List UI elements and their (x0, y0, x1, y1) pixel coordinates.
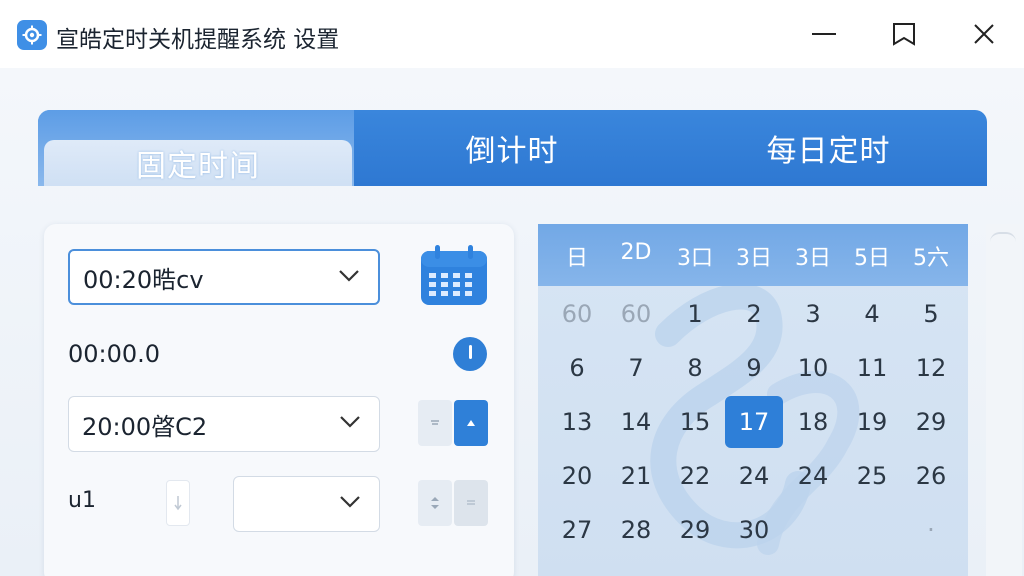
third-select[interactable] (233, 476, 380, 532)
calendar-day-selected[interactable]: 17 (725, 396, 783, 448)
chevron-down-icon (340, 416, 360, 428)
time-display: 00:00.0 (68, 340, 161, 368)
calendar-day[interactable]: 20 (548, 450, 606, 502)
calendar-day[interactable]: 13 (548, 396, 606, 448)
weekday-label: 2D (620, 240, 652, 265)
calendar-day[interactable]: 9 (725, 342, 783, 394)
calendar-day[interactable]: · (902, 504, 960, 556)
maximize-button[interactable] (874, 14, 934, 54)
calendar-day[interactable]: 10 (784, 342, 842, 394)
up-down-icon (431, 497, 439, 509)
close-icon (974, 24, 994, 44)
scroll-track[interactable] (986, 224, 1022, 576)
spin-down-button[interactable] (418, 400, 452, 446)
second-time-select-value: 20:00晵C2 (82, 412, 208, 441)
tab-countdown[interactable]: 倒计时 (354, 110, 670, 186)
calendar-day[interactable]: 15 (666, 396, 724, 448)
spin-down-icon (431, 420, 439, 425)
tab-bar: 固定时间 倒计时 每日定时 (38, 110, 987, 186)
weekday-label: 5日 (854, 246, 890, 271)
calendar-day[interactable]: 14 (607, 396, 665, 448)
arrow-down-icon (174, 496, 182, 511)
weekday-label: 3日 (736, 246, 772, 271)
weekday-label: 5六 (913, 246, 949, 271)
chevron-down-icon (339, 270, 359, 282)
second-time-select[interactable]: 20:00晵C2 (68, 396, 380, 452)
weekday-label: 3口 (677, 246, 713, 271)
calendar-day[interactable]: 25 (843, 450, 901, 502)
gear-icon (17, 20, 47, 50)
calendar-day[interactable]: 30 (725, 504, 783, 556)
calendar-day (843, 504, 901, 556)
calendar-day[interactable]: 21 (607, 450, 665, 502)
calendar-icon[interactable] (419, 243, 489, 307)
tab-daily[interactable]: 每日定时 (670, 110, 987, 186)
calendar-day[interactable]: 5 (902, 288, 960, 340)
window-title: 宣皓定时关机提醒系统 设置 (56, 27, 340, 53)
chevron-down-icon (340, 496, 360, 508)
calendar-day[interactable]: 29 (902, 396, 960, 448)
time-select-value: 00:20晧cv (83, 265, 204, 294)
spin-up-button[interactable] (454, 400, 488, 446)
calendar-day[interactable]: 4 (843, 288, 901, 340)
minus-icon (467, 500, 475, 505)
time-select[interactable]: 00:20晧cv (68, 249, 380, 305)
minimize-icon (812, 33, 836, 35)
calendar-day[interactable]: 26 (902, 450, 960, 502)
scroll-handle[interactable] (166, 480, 190, 526)
calendar-day (784, 504, 842, 556)
weekday-label: 日 (565, 246, 588, 271)
calendar-day[interactable]: 60 (607, 288, 665, 340)
calendar-day[interactable]: 27 (548, 504, 606, 556)
unit-label: u1 (68, 488, 96, 513)
calendar-day[interactable]: 18 (784, 396, 842, 448)
title-bar: 宣皓定时关机提醒系统 设置 (0, 0, 1024, 68)
triangle-up-icon (467, 420, 475, 426)
calendar-day[interactable]: 11 (843, 342, 901, 394)
clock-icon[interactable] (453, 337, 487, 371)
scroll-thumb[interactable] (990, 232, 1016, 258)
calendar-day[interactable]: 1 (666, 288, 724, 340)
tab-fixed-time[interactable]: 固定时间 (44, 140, 352, 186)
maximize-icon (893, 23, 915, 46)
calendar-day[interactable]: 29 (666, 504, 724, 556)
close-button[interactable] (954, 14, 1014, 54)
clock-hand (468, 345, 472, 359)
calendar-day[interactable]: 6 (548, 342, 606, 394)
calendar-day[interactable]: 19 (843, 396, 901, 448)
stepper-button-2[interactable] (454, 480, 488, 526)
calendar: 日 2D 3口 3日 3日 5日 5六 60 60 1 2 3 4 5 6 7 8 9 10 11 12 13 14 15 1… (538, 224, 968, 576)
stepper-button[interactable] (418, 480, 452, 526)
calendar-day[interactable]: 12 (902, 342, 960, 394)
minimize-button[interactable] (794, 14, 854, 54)
calendar-day[interactable]: 3 (784, 288, 842, 340)
calendar-day[interactable]: 24 (725, 450, 783, 502)
calendar-day[interactable]: 24 (784, 450, 842, 502)
calendar-day[interactable]: 7 (607, 342, 665, 394)
calendar-day[interactable]: 60 (548, 288, 606, 340)
calendar-day[interactable]: 28 (607, 504, 665, 556)
calendar-day[interactable]: 2 (725, 288, 783, 340)
calendar-day[interactable]: 8 (666, 342, 724, 394)
weekday-label: 3日 (795, 246, 831, 271)
calendar-day[interactable]: 22 (666, 450, 724, 502)
